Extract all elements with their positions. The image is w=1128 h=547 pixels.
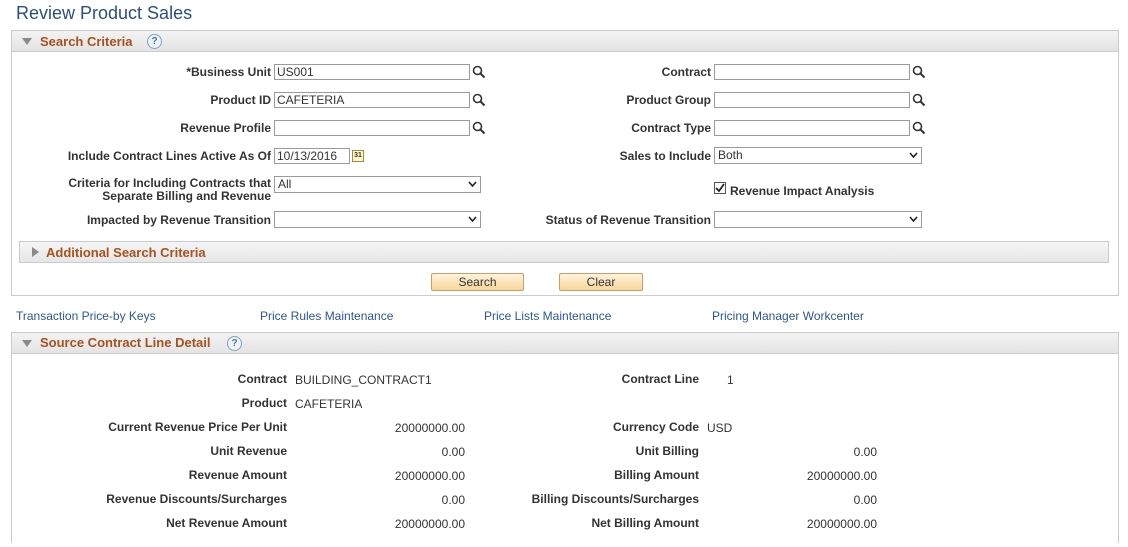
revenue-amount-value: 20000000.00 [394, 469, 465, 483]
revenue-impact-label[interactable]: Revenue Impact Analysis [730, 184, 874, 198]
collapse-triangle-icon[interactable] [22, 340, 32, 347]
additional-search-criteria-bar[interactable]: Additional Search Criteria [19, 241, 1109, 263]
product-group-lookup-icon[interactable] [912, 93, 926, 107]
unit-billing-value: 0.00 [853, 445, 877, 459]
net-billing-label: Net Billing Amount [591, 516, 699, 530]
chevron-down-icon [468, 181, 477, 187]
criteria-including-label: Criteria for Including Contracts that Se… [20, 177, 271, 203]
impacted-transition-label: Impacted by Revenue Transition [86, 213, 271, 227]
detail-product-label: Product [241, 396, 287, 410]
revenue-discounts-value: 0.00 [441, 493, 465, 507]
link-price-lists-maintenance[interactable]: Price Lists Maintenance [484, 309, 611, 323]
contract-type-lookup-icon[interactable] [912, 121, 926, 135]
net-revenue-value: 20000000.00 [394, 517, 465, 531]
chevron-down-icon [468, 216, 477, 222]
business-unit-lookup-icon[interactable] [472, 65, 486, 79]
revenue-profile-lookup-icon[interactable] [472, 121, 486, 135]
contract-type-field[interactable] [714, 120, 910, 136]
detail-contract-value: BUILDING_CONTRACT1 [295, 373, 432, 387]
unit-revenue-label: Unit Revenue [210, 444, 287, 458]
product-group-label: Product Group [626, 93, 711, 107]
revenue-discounts-label: Revenue Discounts/Surcharges [106, 492, 287, 506]
page-title: Review Product Sales [16, 3, 193, 23]
product-group-field[interactable] [714, 92, 910, 108]
product-id-lookup-icon[interactable] [472, 93, 486, 107]
product-id-label: Product ID [210, 93, 271, 107]
billing-discounts-label: Billing Discounts/Surcharges [531, 492, 699, 506]
calendar-icon[interactable]: 31 [352, 150, 364, 162]
include-active-label: Include Contract Lines Active As Of [67, 149, 271, 163]
revenue-profile-field[interactable] [274, 120, 470, 136]
contract-field[interactable] [714, 64, 910, 80]
help-icon[interactable]: ? [227, 336, 242, 351]
current-price-label: Current Revenue Price Per Unit [108, 420, 287, 434]
unit-billing-label: Unit Billing [635, 444, 699, 458]
search-criteria-title[interactable]: Search Criteria [40, 34, 133, 49]
net-revenue-label: Net Revenue Amount [166, 516, 287, 530]
revenue-profile-label: Revenue Profile [180, 121, 271, 135]
currency-code-label: Currency Code [612, 420, 699, 434]
detail-product-value: CAFETERIA [295, 397, 363, 411]
collapse-triangle-icon[interactable] [22, 38, 32, 45]
expand-triangle-icon[interactable] [32, 247, 39, 257]
contract-line-value: 1 [727, 373, 734, 387]
link-transaction-price-by-keys[interactable]: Transaction Price-by Keys [16, 309, 156, 323]
currency-code-value: USD [707, 421, 733, 435]
status-transition-select[interactable] [714, 211, 922, 228]
detail-contract-label: Contract [237, 372, 287, 386]
sales-to-include-label: Sales to Include [619, 149, 711, 163]
source-detail-title[interactable]: Source Contract Line Detail [40, 335, 210, 350]
business-unit-field[interactable]: US001 [274, 64, 470, 80]
search-criteria-header[interactable]: Search Criteria ? [12, 31, 1118, 52]
business-unit-label: *Business Unit [186, 65, 271, 79]
source-detail-header[interactable]: Source Contract Line Detail ? [12, 333, 1118, 354]
contract-lookup-icon[interactable] [912, 65, 926, 79]
additional-search-criteria-title[interactable]: Additional Search Criteria [46, 245, 206, 260]
billing-amount-label: Billing Amount [614, 468, 699, 482]
revenue-impact-checkbox[interactable] [714, 182, 726, 194]
source-detail-section: Source Contract Line Detail ? [11, 332, 1119, 543]
sales-to-include-value: Both [718, 148, 743, 162]
search-button[interactable]: Search [431, 273, 524, 291]
contract-label: Contract [661, 65, 711, 79]
criteria-including-value: All [278, 177, 292, 191]
chevron-down-icon [909, 216, 918, 222]
impacted-transition-select[interactable] [274, 211, 481, 228]
include-active-date-field[interactable]: 10/13/2016 [274, 148, 350, 164]
current-price-value: 20000000.00 [394, 421, 465, 435]
clear-button[interactable]: Clear [559, 273, 643, 291]
link-pricing-manager-workcenter[interactable]: Pricing Manager Workcenter [712, 309, 864, 323]
net-billing-value: 20000000.00 [806, 517, 877, 531]
product-id-field[interactable]: CAFETERIA [274, 92, 470, 108]
checkmark-icon [715, 183, 725, 193]
status-transition-label: Status of Revenue Transition [545, 213, 711, 227]
chevron-down-icon [909, 152, 918, 158]
sales-to-include-select[interactable]: Both [714, 147, 922, 164]
billing-discounts-value: 0.00 [853, 493, 877, 507]
revenue-amount-label: Revenue Amount [188, 468, 287, 482]
criteria-including-select[interactable]: All [274, 176, 481, 193]
billing-amount-value: 20000000.00 [806, 469, 877, 483]
help-icon[interactable]: ? [147, 34, 162, 49]
contract-line-label: Contract Line [621, 372, 699, 386]
contract-type-label: Contract Type [631, 121, 711, 135]
criteria-including-label-line2: Separate Billing and Revenue [102, 189, 271, 203]
unit-revenue-value: 0.00 [441, 445, 465, 459]
link-price-rules-maintenance[interactable]: Price Rules Maintenance [260, 309, 393, 323]
